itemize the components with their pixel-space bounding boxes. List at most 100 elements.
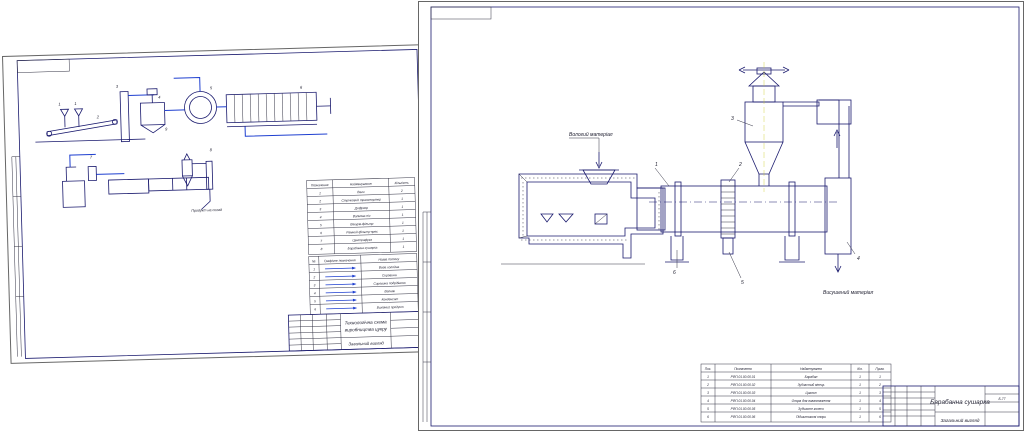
table-cell: 4 — [707, 399, 709, 403]
flow-symbol — [325, 291, 356, 294]
corner-stamp — [430, 6, 492, 20]
table-cell: 1 — [859, 375, 861, 379]
flow-header-1: Графічне позначення — [324, 258, 356, 263]
table-cell: Вапняна піч — [353, 214, 371, 218]
table-cell: Барабанна сушарка — [348, 246, 378, 251]
table-cell: 1 — [313, 267, 315, 271]
right-title-block: Барабанна сушарка Загальний вигляд Б-77 — [882, 385, 1020, 427]
equipment-table: Позначення Найменування Кількість 1 Ваги 2… — [306, 177, 417, 255]
centrifuge — [62, 180, 86, 208]
table-cell: 1 — [403, 245, 405, 249]
table-cell: 1 — [707, 375, 709, 379]
table-cell: 3 — [707, 391, 709, 395]
table-cell: 4 — [314, 291, 316, 295]
technological-scheme-sheet: 1 1 2 3 4 5 6 7 8 9 Продукт на склад Поз… — [2, 44, 431, 364]
dryer-callout-5: 5 — [741, 280, 744, 286]
dryer-drum — [636, 179, 839, 263]
table-cell: 5 — [707, 407, 709, 411]
dryer-callout-4: 4 — [857, 256, 860, 262]
flow-symbol — [326, 307, 357, 310]
table-cell: Опора для вивантаження — [792, 399, 831, 403]
table-cell: 1 — [859, 399, 861, 403]
table-cell: 6 — [320, 231, 322, 235]
hopper-1 — [59, 108, 70, 118]
flow-arrow — [352, 298, 357, 302]
table-cell: Зубчастий вінець — [798, 383, 825, 387]
discharge-chamber — [824, 177, 852, 273]
dryer-drawing: 1 2 3 4 5 6 Вологий матеріал Висушений м… — [422, 6, 1020, 427]
belt-conveyor — [46, 119, 118, 137]
table-cell: Сировина подрібнена — [373, 281, 405, 286]
table-cell: 3 — [879, 391, 881, 395]
table-cell: 2 — [706, 383, 709, 387]
table-cell: Барабан — [805, 375, 818, 379]
dryer-callout-6: 6 — [673, 270, 676, 276]
table-cell: 3 — [319, 207, 321, 211]
table-cell: Вакуум-фільтр — [350, 222, 373, 227]
small-cyclone — [181, 159, 193, 177]
callout-7: 7 — [90, 155, 93, 160]
table-cell: РФП.01.00.00.05 — [731, 407, 756, 411]
product-caption: Продукт на склад — [191, 208, 222, 213]
lower-process-line — [62, 152, 214, 210]
filter-press — [225, 91, 318, 124]
callout-1b: 1 — [74, 101, 76, 106]
output-label: Висушений матеріал — [823, 289, 873, 296]
flow-header-0: № — [312, 259, 316, 263]
dryer-callout-3: 3 — [731, 116, 734, 122]
table-cell: 2 — [400, 189, 403, 193]
table-cell: РФП.01.00.00.03 — [731, 391, 756, 395]
table-cell: 5 — [879, 407, 881, 411]
table-cell: РФП.01.00.00.02 — [731, 383, 756, 387]
flow-symbol — [325, 275, 356, 278]
table-cell: 8 — [321, 247, 323, 251]
small-dryer-drum — [148, 176, 210, 192]
table-cell: 1 — [859, 391, 861, 395]
parts-header-3: Кіл. — [857, 367, 862, 371]
callout-8: 8 — [210, 147, 213, 152]
table-cell: 6 — [314, 307, 316, 311]
table-cell: Ваги — [357, 190, 365, 194]
callout-1a: 1 — [58, 101, 60, 106]
table-cell: Дифузор — [354, 206, 369, 210]
dryer-callout-1: 1 — [655, 162, 658, 168]
input-label: Вологий матеріал — [569, 131, 613, 138]
table-cell: Циклон — [806, 391, 817, 395]
table-cell: 1 — [401, 197, 403, 201]
callout-6: 6 — [300, 85, 303, 90]
hopper-2 — [73, 108, 84, 117]
parts-header-2: Найменування — [800, 367, 822, 371]
table-cell: 2 — [878, 383, 881, 387]
table-cell: 4 — [879, 399, 881, 403]
flow-symbol — [325, 283, 356, 286]
table-cell: 1 — [402, 213, 404, 217]
callout-4: 4 — [158, 95, 161, 100]
small-dryer-furnace — [108, 178, 150, 195]
flow-table: № Графічне позначення Назва потоку 1 Вода… — [308, 253, 419, 315]
parts-table: Поз. Позначення Найменування Кіл. Прим. … — [700, 363, 892, 423]
table-cell: 1 — [402, 237, 404, 241]
right-title: Барабанна сушарка — [930, 398, 990, 406]
table-cell: Зубчасте колесо — [798, 407, 824, 411]
parts-header-4: Прим. — [876, 367, 885, 371]
table-cell: 7 — [320, 239, 322, 243]
table-cell: Рамний фільтр-прес — [346, 230, 378, 235]
table-cell: 6 — [707, 415, 709, 419]
flow-arrow — [352, 266, 357, 270]
parts-rows: 1 РФП.01.00.00.01 Барабан 1 1 2 РФП.01.00.00.0… — [706, 375, 881, 419]
lime-kiln-drum — [184, 91, 217, 124]
scheme-drawing: 1 1 2 3 4 5 6 7 8 9 Продукт на склад Поз… — [11, 48, 426, 359]
left-title-block: Технологічна схема виробництва цукру Заг… — [287, 310, 426, 352]
table-cell: 3 — [314, 283, 316, 287]
parts-header-0: Поз. — [705, 367, 712, 371]
table-cell: 1 — [859, 383, 861, 387]
right-subtitle: Загальний вигляд — [941, 417, 980, 423]
table-cell: 1 — [879, 375, 881, 379]
table-cell: 5 — [314, 299, 316, 303]
callout-5: 5 — [210, 85, 213, 90]
drum-dryer-sheet: 1 2 3 4 5 6 Вологий матеріал Висушений м… — [418, 1, 1024, 431]
callout-2: 2 — [96, 114, 100, 119]
eq-header-1: Найменування — [350, 182, 372, 187]
table-cell: 6 — [879, 415, 881, 419]
table-cell: 4 — [320, 215, 322, 219]
